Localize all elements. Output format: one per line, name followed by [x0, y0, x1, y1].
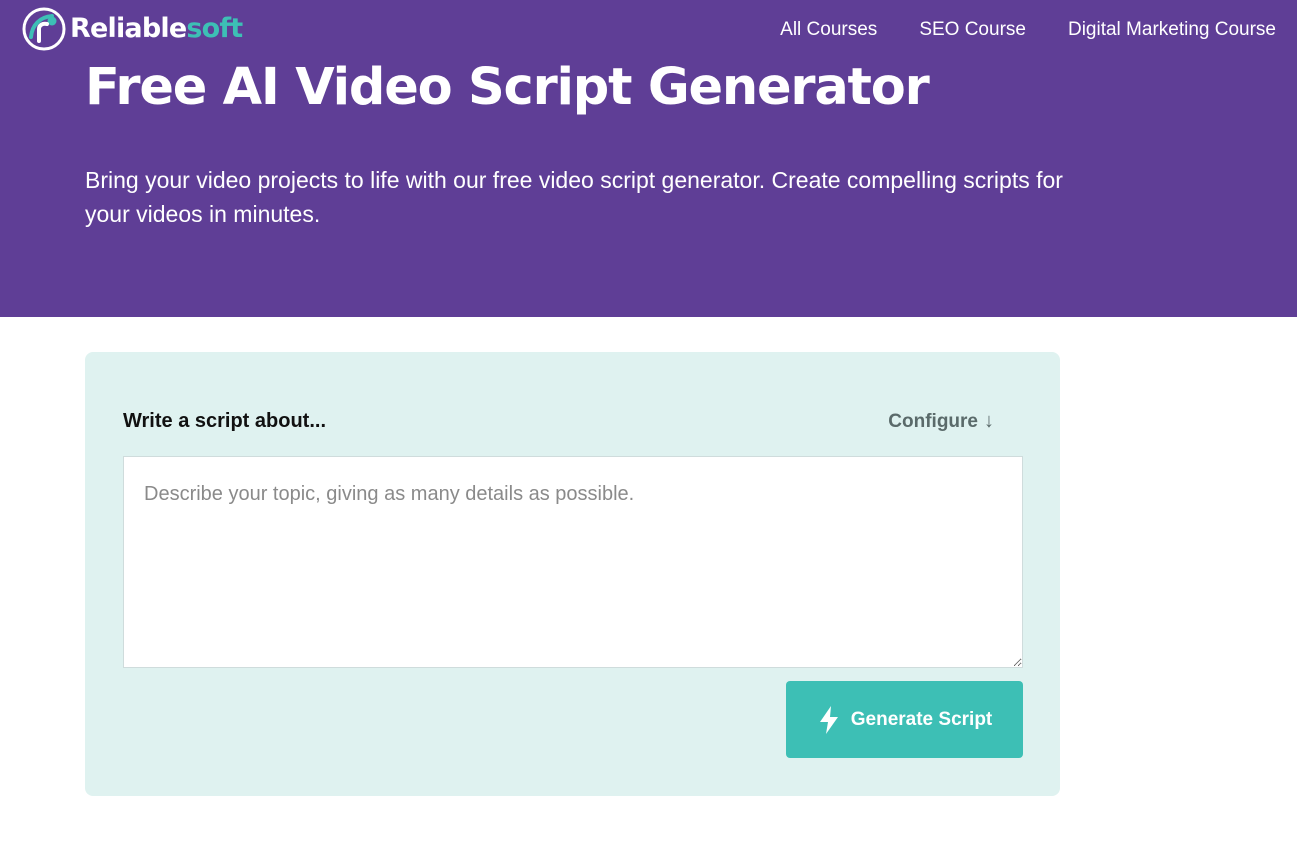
nav-link-all-courses[interactable]: All Courses — [780, 18, 877, 42]
page-title: Free AI Video Script Generator — [85, 58, 930, 117]
generate-script-label: Generate Script — [850, 708, 993, 730]
topic-label: Write a script about... — [123, 410, 326, 432]
generate-script-button[interactable]: Generate Script — [786, 681, 1023, 758]
logo-wordmark: Reliablesoft — [70, 7, 243, 51]
page-subtitle: Bring your video projects to life with o… — [85, 167, 1063, 227]
reliablesoft-logo-icon — [22, 7, 66, 51]
script-generator-card: Write a script about... Configure ↓ Gene… — [85, 352, 1060, 796]
hero-header: Reliablesoft All Courses SEO Course Digi… — [0, 0, 1297, 317]
logo-wordmark-part2: soft — [186, 13, 243, 44]
configure-toggle[interactable]: Configure ↓ — [888, 410, 994, 433]
top-nav: All Courses SEO Course Digital Marketing… — [780, 18, 1276, 42]
topic-input[interactable] — [123, 456, 1023, 668]
site-logo[interactable]: Reliablesoft — [22, 7, 243, 51]
nav-link-seo-course[interactable]: SEO Course — [919, 18, 1026, 42]
nav-link-digital-marketing-course[interactable]: Digital Marketing Course — [1068, 18, 1276, 42]
lightning-bolt-icon — [819, 705, 838, 734]
logo-wordmark-part1: Reliable — [70, 13, 187, 44]
configure-label: Configure — [888, 410, 978, 432]
arrow-down-icon: ↓ — [984, 410, 994, 432]
